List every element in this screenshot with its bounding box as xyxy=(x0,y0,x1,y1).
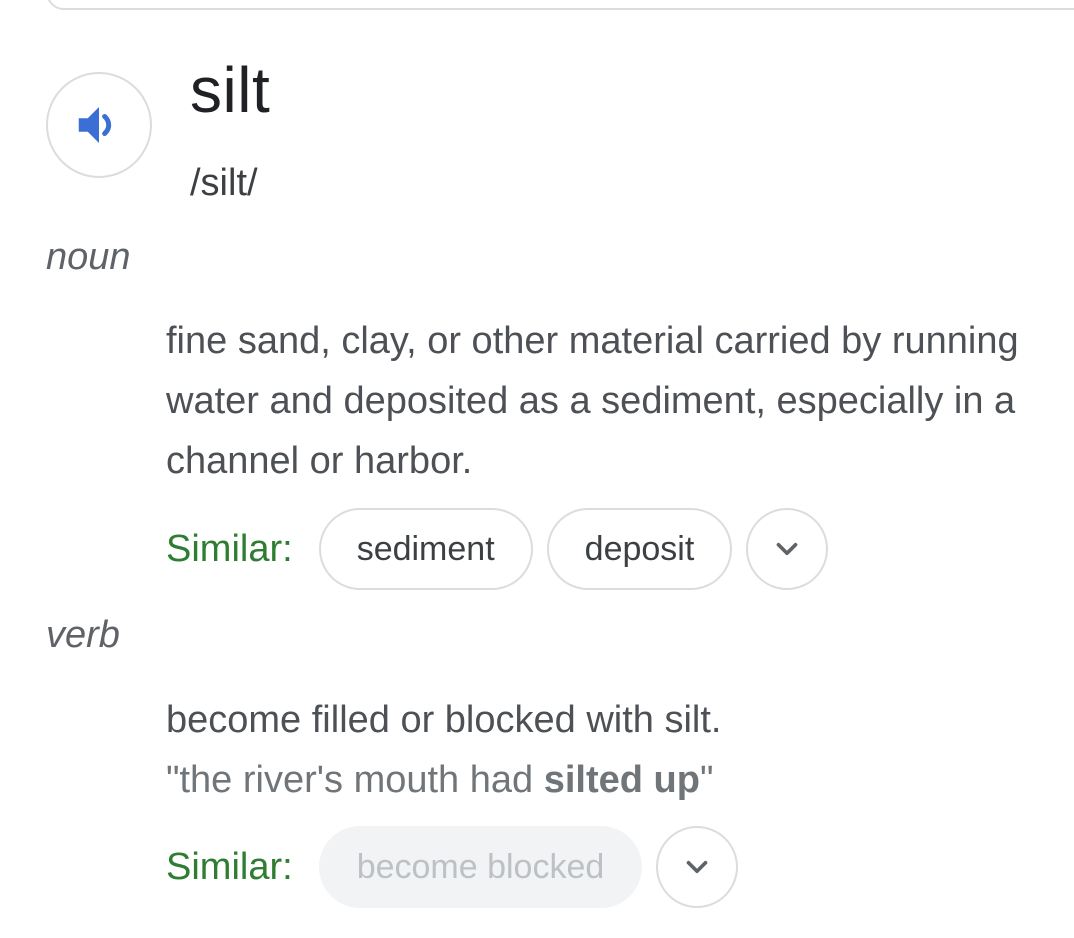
expand-similar-button[interactable] xyxy=(656,826,739,908)
similar-chip-deposit[interactable]: deposit xyxy=(546,508,733,590)
verb-definition-block: become filled or blocked with silt. "the… xyxy=(166,690,1046,810)
headword: silt xyxy=(190,54,271,126)
similar-label: Similar: xyxy=(166,845,293,888)
chevron-down-icon xyxy=(770,532,804,566)
similar-chip-sediment[interactable]: sediment xyxy=(318,508,533,590)
pronunciation-audio-button[interactable] xyxy=(46,72,152,178)
verb-similar-row: Similar: become blocked xyxy=(166,826,739,908)
similar-chip-become-blocked[interactable]: become blocked xyxy=(318,826,643,908)
chevron-down-icon xyxy=(680,850,714,884)
example-prefix: "the river's mouth had xyxy=(166,759,544,801)
noun-definition: fine sand, clay, or other material carri… xyxy=(166,320,1019,482)
similar-label: Similar: xyxy=(166,527,293,570)
speaker-volume-icon xyxy=(72,98,126,152)
verb-definition: become filled or blocked with silt. xyxy=(166,699,722,741)
search-box-edge[interactable] xyxy=(46,0,1074,10)
pronunciation-text: /silt/ xyxy=(190,162,258,204)
example-highlight: silted up xyxy=(543,759,700,801)
usage-example: "the river's mouth had silted up" xyxy=(166,750,1046,810)
example-suffix: " xyxy=(699,759,714,801)
expand-similar-button[interactable] xyxy=(746,508,829,590)
noun-similar-row: Similar: sediment deposit xyxy=(166,508,829,590)
part-of-speech-verb: verb xyxy=(46,614,120,656)
part-of-speech-noun: noun xyxy=(46,236,131,278)
